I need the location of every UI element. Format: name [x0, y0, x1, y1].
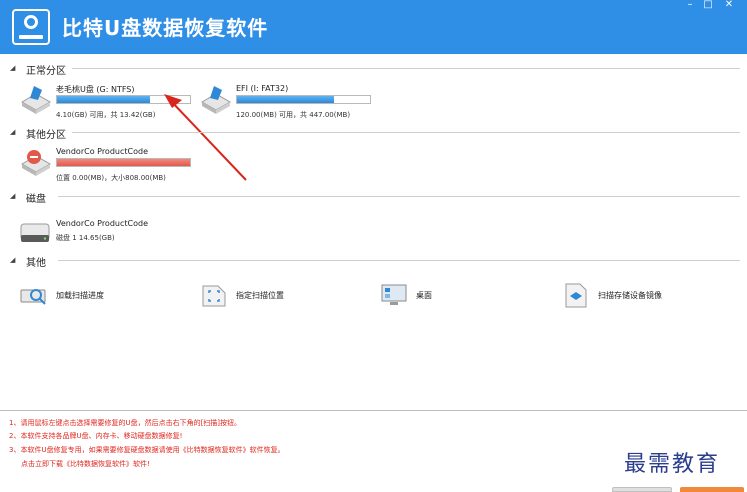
partition-usage-bar: [56, 158, 191, 167]
section-label: 其他分区: [26, 130, 66, 141]
section-normal-partition[interactable]: ◢ 正常分区: [10, 62, 740, 77]
tool-label: 加载扫描进度: [56, 291, 104, 300]
partition-usage-fill: [57, 159, 190, 166]
tool-label: 桌面: [416, 291, 432, 300]
load-scan-progress-button[interactable]: 加载扫描进度: [20, 282, 170, 308]
app-logo-icon: [12, 9, 50, 45]
error-drive-icon: [20, 150, 52, 176]
section-divider: [72, 132, 740, 133]
disk-item-vendorco[interactable]: VendorCo ProductCode 磁盘 1 14.65(GB): [18, 218, 198, 246]
watermark-text: 最需教育: [624, 452, 721, 477]
scan-location-icon: [202, 285, 226, 307]
section-divider: [58, 196, 740, 197]
drive-usage-fill: [57, 96, 151, 103]
section-divider: [58, 260, 740, 261]
load-scan-icon: [20, 289, 46, 305]
scan-storage-image-button[interactable]: 扫描存储设备镜像: [562, 282, 732, 308]
title-bar: 比特U盘数据恢复软件 – □ ✕: [0, 0, 747, 54]
section-disk[interactable]: ◢ 磁盘: [10, 190, 740, 205]
desktop-button[interactable]: 桌面: [380, 282, 500, 308]
disk-image-icon: [565, 283, 587, 308]
note-line: 3、本软件U盘修复专用，如果需要修复硬盘数据请使用《比特数据恢复软件》软件恢复。: [9, 446, 285, 454]
drive-name: 老毛桃U盘 (G: NTFS): [56, 85, 135, 94]
tool-label: 指定扫描位置: [236, 291, 284, 300]
scan-button-edge[interactable]: [680, 487, 744, 492]
collapse-triangle-icon[interactable]: ◢: [10, 256, 15, 264]
maximize-button[interactable]: □: [697, 0, 719, 12]
drive-capacity: 4.10(GB) 可用，共 13.42(GB): [56, 111, 156, 119]
collapse-triangle-icon[interactable]: ◢: [10, 64, 15, 72]
partition-item-vendorco[interactable]: VendorCo ProductCode 位置 0.00(MB)，大小808.0…: [18, 146, 198, 186]
app-title: 比特U盘数据恢复软件: [62, 16, 269, 40]
tool-label: 扫描存储设备镜像: [598, 291, 662, 300]
close-button[interactable]: ✕: [718, 0, 740, 12]
section-label: 其他: [26, 258, 46, 269]
section-other-partition[interactable]: ◢ 其他分区: [10, 126, 740, 141]
drive-usage-bar: [236, 95, 371, 104]
disk-name: VendorCo ProductCode: [56, 219, 148, 228]
collapse-triangle-icon[interactable]: ◢: [10, 192, 15, 200]
partition-location: 位置 0.00(MB)，大小808.00(MB): [56, 174, 166, 182]
secondary-button-edge[interactable]: [612, 487, 672, 492]
specify-scan-location-button[interactable]: 指定扫描位置: [200, 282, 350, 308]
collapse-triangle-icon[interactable]: ◢: [10, 128, 15, 136]
download-link[interactable]: 点击立即下载《比特数据恢复软件》软件!: [21, 459, 150, 469]
hard-disk-icon: [20, 223, 50, 242]
section-other[interactable]: ◢ 其他: [10, 254, 740, 269]
section-label: 正常分区: [26, 66, 66, 77]
section-divider: [72, 68, 740, 69]
note-line: 2、本软件支持各品牌U盘、内存卡、移动硬盘数据修复!: [9, 432, 183, 440]
partition-name: VendorCo ProductCode: [56, 147, 148, 156]
usb-drive-icon: [20, 86, 52, 114]
disk-size: 磁盘 1 14.65(GB): [56, 234, 115, 242]
desktop-icon: [381, 284, 407, 305]
note-line: 1、请用鼠标左键点击选择需要修复的U盘，然后点击右下角的[扫描]按钮。: [9, 419, 242, 427]
section-label: 磁盘: [26, 194, 46, 205]
